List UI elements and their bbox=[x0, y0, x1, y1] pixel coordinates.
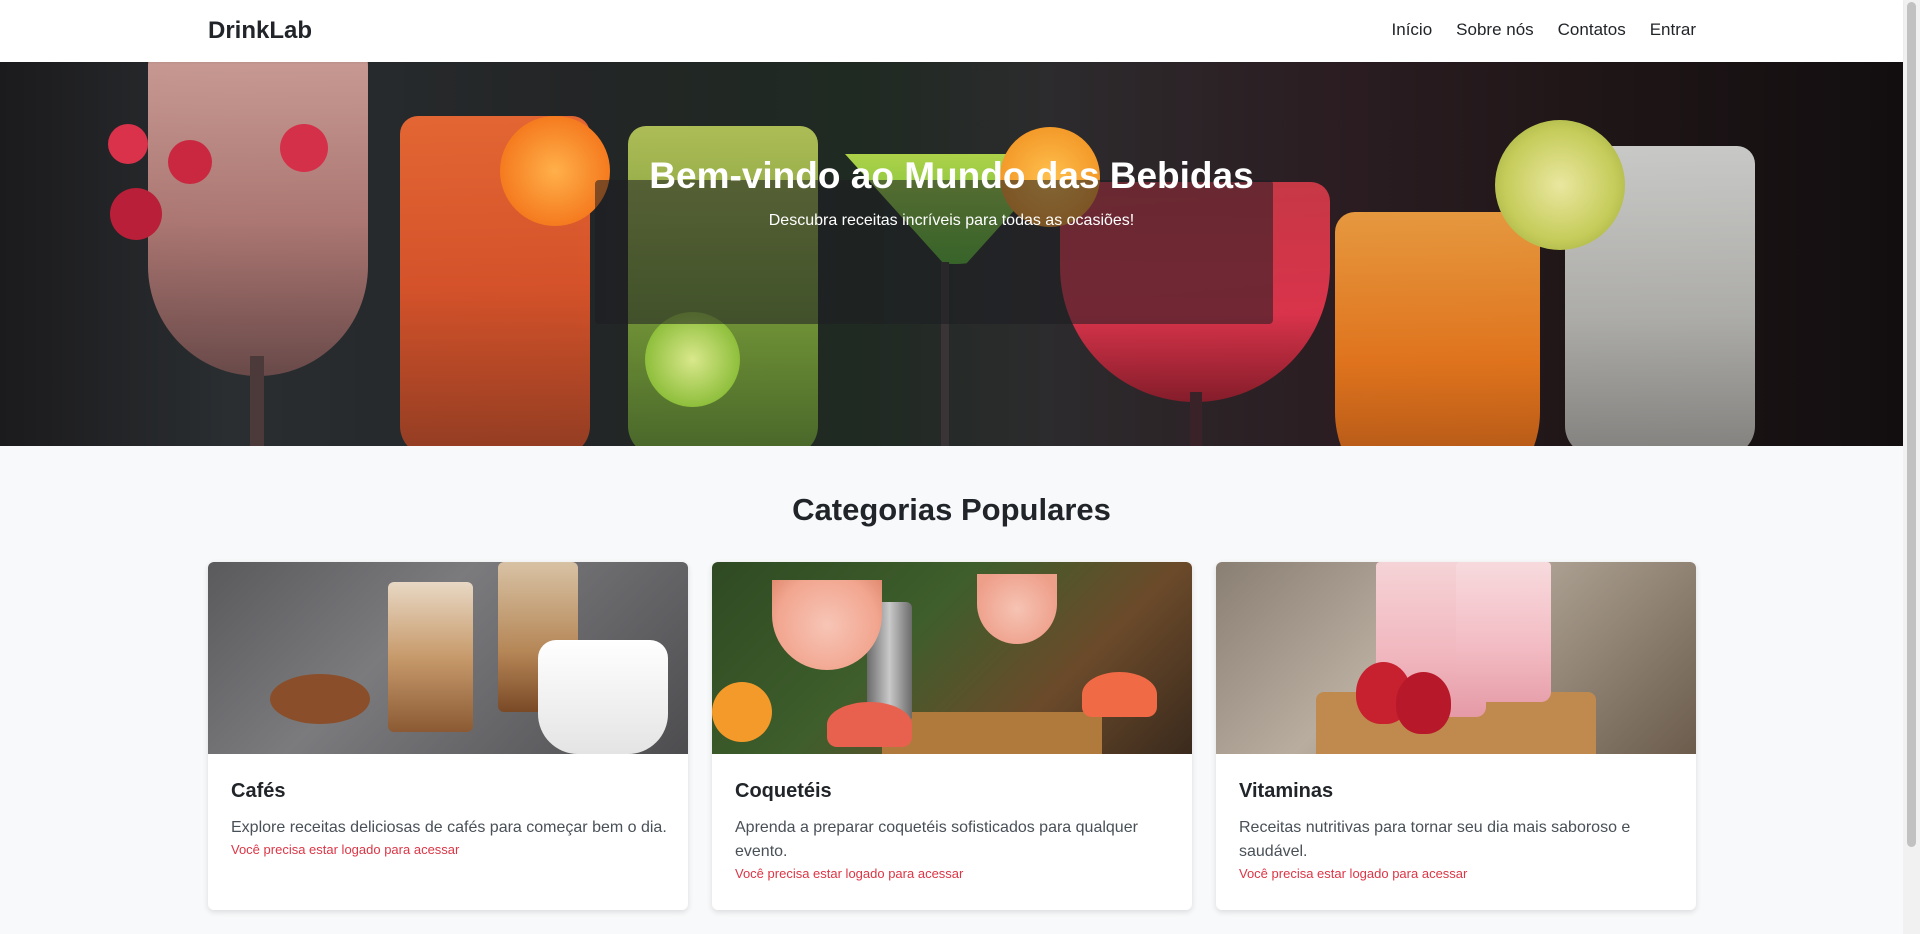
nav-link-inicio[interactable]: Início bbox=[1392, 20, 1433, 40]
hero-drink-glass bbox=[1335, 212, 1540, 446]
hero-banner bbox=[0, 62, 1903, 446]
category-card-cafes: Cafés Explore receitas deliciosas de caf… bbox=[208, 562, 688, 910]
card-description: Aprenda a preparar coquetéis sofisticado… bbox=[735, 819, 1138, 860]
coffee-bowl bbox=[270, 674, 370, 724]
page-scrollbar[interactable] bbox=[1903, 0, 1920, 934]
scrollbar-thumb[interactable] bbox=[1907, 2, 1916, 847]
grapefruit-half bbox=[827, 702, 912, 747]
card-description: Receitas nutritivas para tornar seu dia … bbox=[1239, 819, 1631, 860]
login-required-link[interactable]: Você precisa estar logado para acessar bbox=[231, 842, 459, 857]
smoothie-glass bbox=[1456, 562, 1551, 702]
card-description: Explore receitas deliciosas de cafés par… bbox=[231, 819, 667, 836]
hero-title: Bem-vindo ao Mundo das Bebidas bbox=[649, 155, 1254, 196]
wooden-board bbox=[882, 712, 1102, 754]
hero-glass-stem bbox=[250, 356, 264, 446]
navbar: DrinkLab Início Sobre nós Contatos Entra… bbox=[0, 0, 1903, 62]
hero-text-overlay bbox=[595, 180, 1273, 324]
brand-logo[interactable]: DrinkLab bbox=[208, 17, 312, 45]
section-title-categorias: Categorias Populares bbox=[792, 492, 1111, 527]
hero-subtitle: Descubra receitas incríveis para todas a… bbox=[768, 212, 1135, 229]
category-card-vitaminas: Vitaminas Receitas nutritivas para torna… bbox=[1216, 562, 1696, 910]
lime-slice-garnish bbox=[645, 312, 740, 407]
card-image-coqueteis bbox=[712, 562, 1192, 754]
login-required-link[interactable]: Você precisa estar logado para acessar bbox=[735, 866, 963, 881]
strawberry bbox=[1396, 672, 1451, 734]
card-image-cafes bbox=[208, 562, 688, 754]
coffee-glass bbox=[388, 582, 473, 732]
login-required-link[interactable]: Você precisa estar logado para acessar bbox=[1239, 866, 1467, 881]
card-title: Coquetéis bbox=[735, 780, 832, 802]
hero-glass-stem bbox=[1190, 392, 1202, 446]
nav-links: Início Sobre nós Contatos Entrar bbox=[1392, 20, 1696, 40]
card-image-vitaminas bbox=[1216, 562, 1696, 754]
card-title: Vitaminas bbox=[1239, 780, 1334, 802]
orange-fruit bbox=[712, 682, 772, 742]
nav-link-sobre-nos[interactable]: Sobre nós bbox=[1456, 20, 1534, 40]
cocktail-glass bbox=[772, 580, 882, 670]
card-title: Cafés bbox=[231, 780, 286, 802]
milk-jug bbox=[538, 640, 668, 754]
nav-link-entrar[interactable]: Entrar bbox=[1650, 20, 1696, 40]
nav-link-contatos[interactable]: Contatos bbox=[1558, 20, 1626, 40]
grapefruit-half bbox=[1082, 672, 1157, 717]
category-card-coqueteis: Coquetéis Aprenda a preparar coquetéis s… bbox=[712, 562, 1192, 910]
cocktail-glass bbox=[977, 574, 1057, 644]
